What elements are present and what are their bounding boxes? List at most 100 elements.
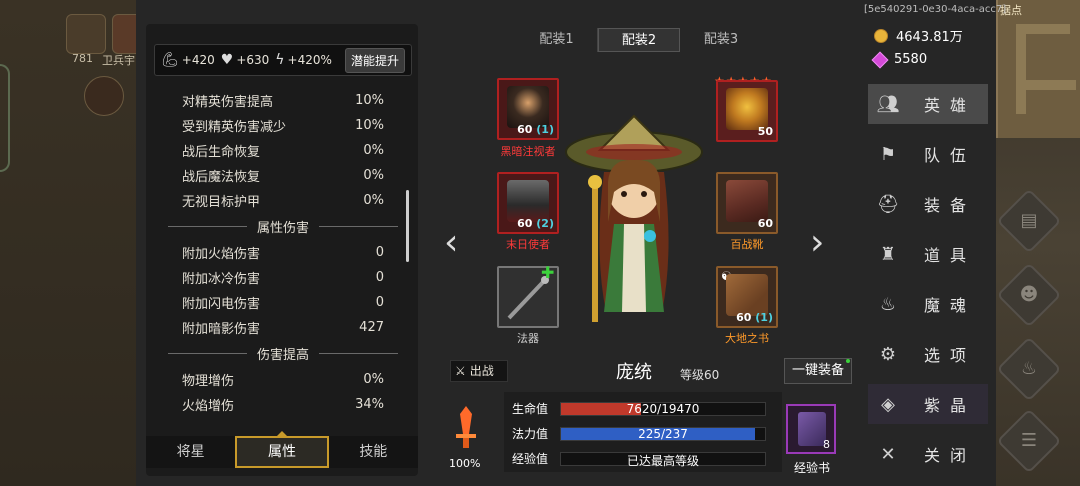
side-drawer-handle[interactable] xyxy=(0,64,10,172)
strength-stat: 💪︎ +420 xyxy=(161,52,215,68)
crossed-swords-icon: ⚔ xyxy=(455,364,466,378)
hp-bar: 7620/19470 xyxy=(560,401,766,416)
equip-slot-armor[interactable]: 60 (2) xyxy=(497,172,559,234)
menu-options[interactable]: ⚙ 选项 xyxy=(868,334,988,374)
deploy-button[interactable]: ⚔ 出战 xyxy=(450,360,508,382)
sword-morale-icon xyxy=(456,406,476,448)
hero-level: 等级60 xyxy=(680,368,720,382)
armor-name: 末日使者 xyxy=(506,238,550,251)
menu-equipment[interactable]: ⛑ 装备 xyxy=(868,184,988,224)
book-icon xyxy=(798,412,826,446)
tab-generals[interactable]: 将星 xyxy=(146,436,235,468)
team-icon: ☻ xyxy=(1019,284,1039,305)
world-left-strip xyxy=(0,0,136,486)
menu-heroes[interactable]: 👥︎ 英雄 xyxy=(868,84,988,124)
minimap[interactable]: 据点 xyxy=(996,0,1080,138)
flame-icon: ♨ xyxy=(879,293,897,315)
mp-label: 法力值 xyxy=(512,427,549,441)
arm-icon: 💪︎ xyxy=(161,52,179,68)
world-target-icon xyxy=(84,76,124,116)
potential-upgrade-button[interactable]: 潜能提升 xyxy=(344,47,405,73)
menu-items[interactable]: ♜ 道具 xyxy=(868,234,988,274)
attribute-row: 受到精英伤害减少 10% xyxy=(182,118,384,135)
attribute-scrollbar[interactable] xyxy=(406,190,409,262)
equip-slot-companion[interactable]: 50 xyxy=(716,80,778,142)
strength-value: +420 xyxy=(181,53,215,67)
exp-book-button[interactable]: 8 xyxy=(786,404,836,454)
user-id: [5e540291-0e30-4aca-acc7] xyxy=(864,4,1007,15)
attribute-list[interactable]: 对精英伤害提高 10% 受到精英伤害减少 10% 战后生命恢复 0% 战后魔法恢复 0%… xyxy=(168,88,399,417)
helmet-name: 黑暗注视者 xyxy=(500,145,556,158)
attribute-row: 无视目标护甲 0% xyxy=(182,193,384,210)
attribute-row: 火焰增伤 34% xyxy=(182,397,384,414)
attribute-row: 附加冰冷伤害 0 xyxy=(182,270,384,287)
crystal-icon: ◈ xyxy=(881,393,895,415)
health-stat: ♥ +630 xyxy=(221,52,270,68)
boots-icon xyxy=(726,180,768,222)
gem-icon xyxy=(871,51,889,68)
tab-loadout-2[interactable]: 配装2 xyxy=(598,28,680,52)
hero-name: 庞统 xyxy=(616,362,652,383)
section-header-elemental-damage: 属性伤害 xyxy=(168,213,399,240)
tab-attributes[interactable]: 属性 xyxy=(235,431,329,468)
loadout-tabs: 配装1 配装2 配装3 xyxy=(516,28,762,52)
panel-tabs: 将星 属性 技能 xyxy=(146,431,418,468)
tab-loadout-1[interactable]: 配装1 xyxy=(516,28,598,52)
add-weapon-icon: ✚ xyxy=(541,263,555,282)
next-hero-arrow-icon[interactable]: › xyxy=(810,222,824,263)
menu-close[interactable]: ✕ 关闭 xyxy=(868,434,988,474)
weapon-slot-name: 法器 xyxy=(517,332,539,345)
dark-helmet-icon xyxy=(507,86,549,128)
world-unit-count: 781 xyxy=(72,52,93,65)
hero-portrait[interactable] xyxy=(564,112,704,332)
close-icon: ✕ xyxy=(880,443,896,465)
speed-value: +420% xyxy=(287,53,332,67)
hp-value: 7620/19470 xyxy=(626,401,700,416)
equip-slot-boots[interactable]: 60 xyxy=(716,172,778,234)
gem-display: 5580 xyxy=(871,51,927,68)
monkey-king-icon xyxy=(726,88,768,130)
earth-book-icon xyxy=(726,274,768,316)
potion-icon: ♨ xyxy=(1020,358,1038,379)
prev-hero-arrow-icon[interactable]: ‹ xyxy=(444,222,458,263)
speed-stat: ϟ +420% xyxy=(275,52,332,68)
equip-slot-book[interactable]: ☯ 60 (1) xyxy=(716,266,778,328)
menu-souls[interactable]: ♨ 魔魂 xyxy=(868,284,988,324)
health-value: +630 xyxy=(236,53,270,67)
book-name: 大地之书 xyxy=(725,332,769,345)
gold-display: 4643.81万 xyxy=(874,26,963,45)
tab-loadout-3[interactable]: 配装3 xyxy=(680,28,762,52)
menu-team[interactable]: ⚑ 队伍 xyxy=(868,134,988,174)
attribute-row: 附加火焰伤害 0 xyxy=(182,245,384,262)
exp-value: 已达最高等级 xyxy=(626,453,699,468)
attribute-row: 物理增伤 0% xyxy=(182,372,384,389)
notification-dot xyxy=(846,359,850,363)
attribute-row: 对精英伤害提高 10% xyxy=(182,93,384,110)
gold-coin-icon xyxy=(874,28,888,43)
menu-amethyst[interactable]: ◈ 紫晶 xyxy=(868,384,988,424)
world-unit-icon xyxy=(66,14,106,54)
attribute-row: 附加暗影伤害 427 xyxy=(182,320,384,337)
exp-row: 经验值 已达最高等级 xyxy=(504,446,776,471)
helmet-icon: ⛑ xyxy=(876,193,900,215)
mp-bar: 225/237 xyxy=(560,426,766,441)
mp-value: 225/237 xyxy=(638,426,688,441)
boots-name: 百战靴 xyxy=(730,238,764,251)
gold-amount: 4643.81万 xyxy=(896,30,963,45)
equip-slot-helmet[interactable]: 60 (1) xyxy=(497,78,559,140)
potential-stat-bar: 💪︎ +420 ♥ +630 ϟ +420% 潜能提升 xyxy=(154,44,412,76)
scroll-icon: ▤ xyxy=(1020,210,1038,231)
attribute-row: 战后生命恢复 0% xyxy=(182,143,384,160)
morale-percent: 100% xyxy=(449,457,481,470)
mp-row: 法力值 225/237 xyxy=(504,421,776,446)
dark-armor-icon xyxy=(507,180,549,222)
exp-book-count: 8 xyxy=(823,438,830,451)
attribute-row: 战后魔法恢复 0% xyxy=(182,168,384,185)
world-unit-label: 卫兵宇 xyxy=(102,54,135,67)
hp-label: 生命值 xyxy=(512,402,549,416)
list-icon: ☰ xyxy=(1020,430,1038,451)
auto-equip-button[interactable]: 一键装备 xyxy=(784,358,852,384)
flag-icon: ⚑ xyxy=(879,143,897,165)
tab-skills[interactable]: 技能 xyxy=(329,436,418,468)
exp-book-label: 经验书 xyxy=(793,461,830,475)
